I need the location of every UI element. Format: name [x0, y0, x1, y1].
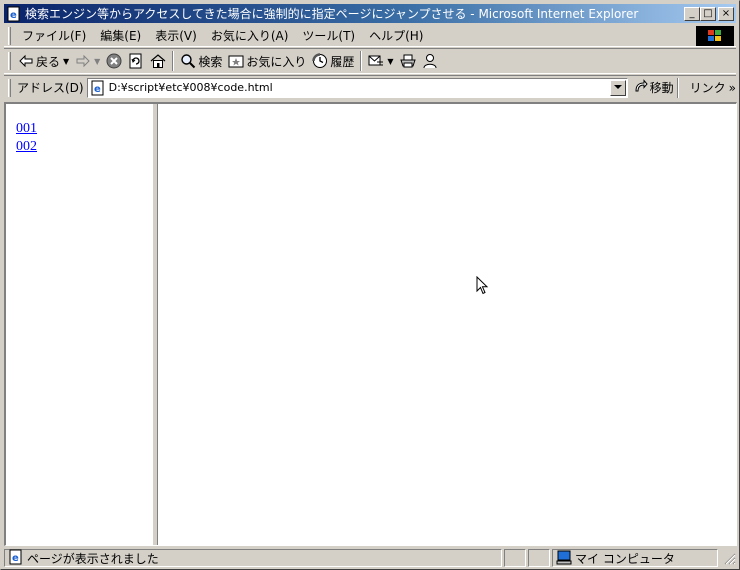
- menu-grip[interactable]: [8, 26, 11, 45]
- zone-label: マイ コンピュータ: [575, 551, 675, 566]
- forward-arrow-icon: [75, 53, 91, 69]
- printer-icon: [399, 53, 416, 69]
- svg-text:e: e: [10, 10, 17, 21]
- menu-tools[interactable]: ツール(T): [295, 27, 362, 45]
- svg-text:e: e: [12, 553, 19, 564]
- back-button[interactable]: 戻る ▼: [15, 50, 72, 72]
- address-field[interactable]: e: [86, 77, 628, 98]
- menu-view[interactable]: 表示(V): [148, 27, 204, 45]
- title-bar[interactable]: e 検索エンジン等からアクセスしてきた場合に強制的に指定ページにジャンプさせる …: [4, 4, 736, 23]
- menu-bar: ファイル(F) 編集(E) 表示(V) お気に入り(A) ツール(T) ヘルプ(…: [4, 25, 736, 47]
- stop-icon: [106, 53, 122, 69]
- home-icon: [150, 53, 166, 69]
- computer-icon: [556, 549, 572, 568]
- forward-dropdown-icon[interactable]: ▼: [94, 57, 100, 66]
- address-label: アドレス(D): [16, 81, 84, 95]
- menu-file[interactable]: ファイル(F): [15, 27, 93, 45]
- person-icon: [422, 53, 438, 69]
- go-button[interactable]: 移動: [634, 79, 674, 96]
- status-bar: e ページが表示されました マイ コンピュータ: [4, 548, 736, 568]
- browser-window: e 検索エンジン等からアクセスしてきた場合に強制的に指定ページにジャンプさせる …: [0, 0, 740, 570]
- page-content: 001 002: [4, 102, 737, 546]
- back-label: 戻る: [36, 54, 61, 69]
- history-label: 履歴: [330, 54, 355, 69]
- mail-button[interactable]: ▼: [365, 50, 396, 72]
- maximize-button[interactable]: □: [700, 6, 716, 21]
- window-title: 検索エンジン等からアクセスしてきた場合に強制的に指定ページにジャンプさせる - …: [25, 7, 639, 21]
- toolbar-separator: [360, 51, 363, 71]
- standard-toolbar: 戻る ▼ ▼ 検索 お気に入り 履歴 ▼: [4, 48, 736, 74]
- status-message: ページが表示されました: [27, 551, 159, 566]
- menu-edit[interactable]: 編集(E): [93, 27, 148, 45]
- history-button[interactable]: 履歴: [309, 50, 357, 72]
- status-message-cell: e ページが表示されました: [4, 549, 502, 567]
- refresh-button[interactable]: [125, 50, 147, 72]
- history-icon: [312, 53, 328, 69]
- address-bar: アドレス(D) e 移動 リンク »: [4, 75, 736, 99]
- toolbar-separator: [172, 51, 175, 71]
- favorites-label: お気に入り: [246, 54, 307, 69]
- links-label: リンク: [689, 81, 726, 95]
- address-input[interactable]: [108, 81, 610, 94]
- menu-help[interactable]: ヘルプ(H): [362, 27, 430, 45]
- status-progress-cell: [504, 549, 526, 567]
- search-label: 検索: [198, 54, 223, 69]
- mail-dropdown-icon[interactable]: ▼: [387, 57, 393, 66]
- menu-favorites[interactable]: お気に入り(A): [204, 27, 296, 45]
- link-002[interactable]: 002: [16, 138, 142, 156]
- ie-page-icon: e: [8, 549, 24, 568]
- forward-button[interactable]: ▼: [72, 50, 103, 72]
- link-001[interactable]: 001: [16, 120, 142, 138]
- mail-icon: [368, 53, 384, 69]
- refresh-icon: [128, 53, 144, 69]
- stop-button[interactable]: [103, 50, 125, 72]
- ie-page-icon: e: [6, 6, 22, 22]
- address-separator: [676, 77, 679, 98]
- print-button[interactable]: [397, 50, 419, 72]
- back-dropdown-icon[interactable]: ▼: [63, 57, 69, 66]
- svg-text:e: e: [94, 84, 101, 95]
- right-frame: [158, 104, 736, 545]
- windows-logo-icon: [696, 26, 734, 46]
- home-button[interactable]: [147, 50, 169, 72]
- chevron-right-icon: »: [728, 80, 736, 95]
- favorites-icon: [228, 53, 244, 69]
- close-button[interactable]: ×: [718, 6, 734, 21]
- search-button[interactable]: 検索: [177, 50, 225, 72]
- address-grip[interactable]: [8, 78, 11, 97]
- back-arrow-icon: [18, 53, 34, 69]
- status-secure-cell: [528, 549, 550, 567]
- search-icon: [180, 53, 196, 69]
- address-dropdown-button[interactable]: [609, 79, 626, 96]
- favorites-button[interactable]: お気に入り: [225, 50, 309, 72]
- go-arrow-icon: [634, 79, 648, 96]
- resize-grip-icon[interactable]: [722, 551, 736, 565]
- go-label: 移動: [649, 81, 674, 95]
- status-zone-cell: マイ コンピュータ: [552, 549, 718, 567]
- messenger-button[interactable]: [419, 50, 441, 72]
- links-button[interactable]: リンク »: [690, 79, 736, 96]
- minimize-button[interactable]: _: [684, 6, 700, 21]
- toolbar-grip[interactable]: [8, 52, 11, 70]
- mouse-cursor-icon: [476, 275, 490, 299]
- ie-page-icon: e: [90, 80, 106, 96]
- chevron-down-icon: [613, 85, 622, 89]
- left-frame: 001 002: [6, 104, 152, 545]
